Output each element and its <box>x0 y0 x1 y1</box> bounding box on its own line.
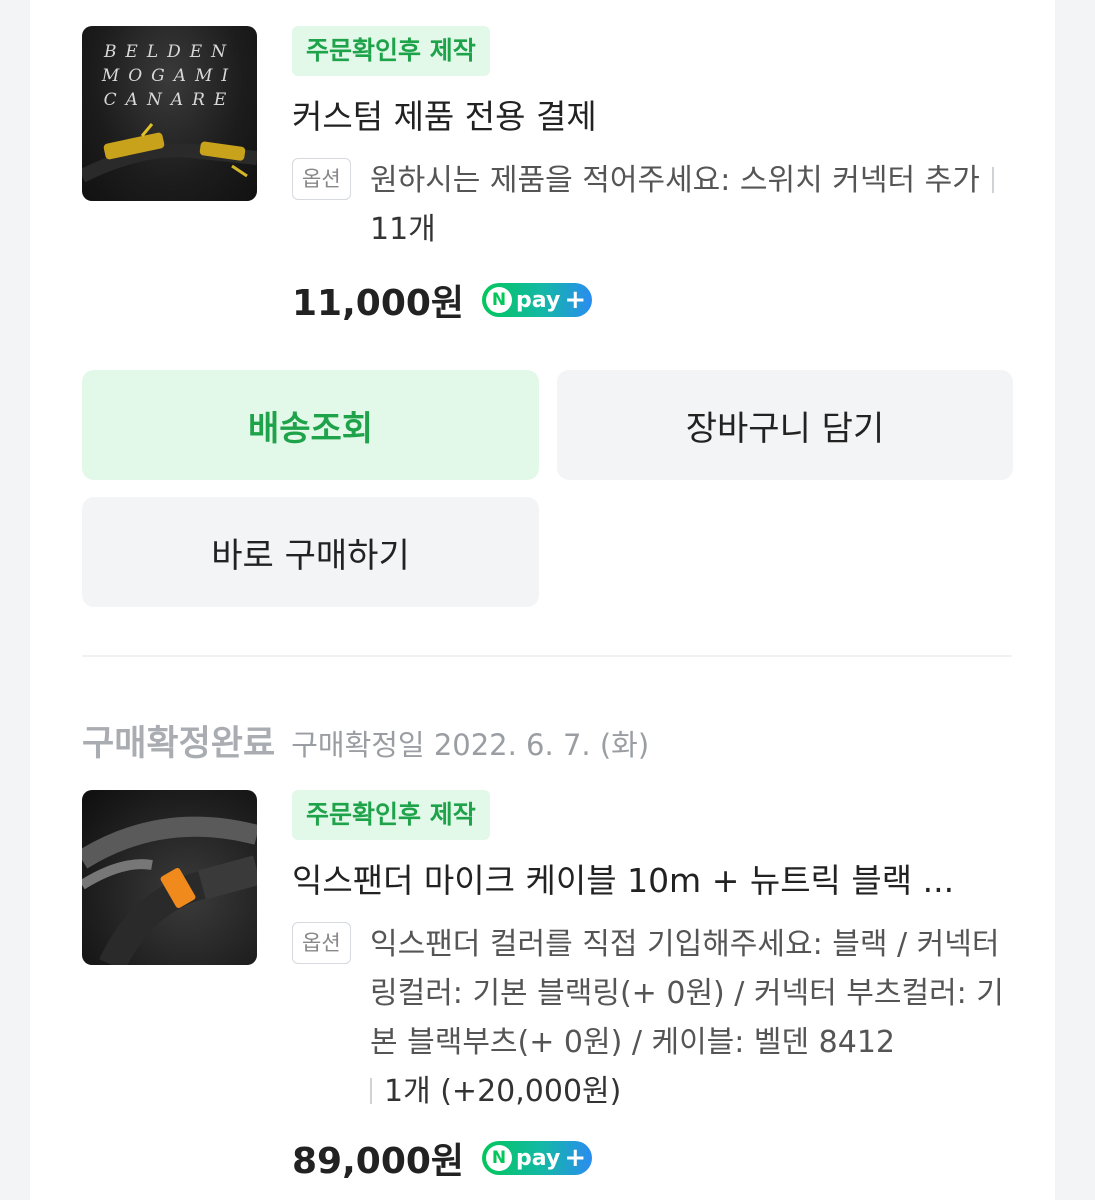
price: 89,000원 <box>292 1141 465 1182</box>
order-list-card: BELDEN MOGAMI CANARE 주문확인후 제작 커스텀 제품 전용 … <box>30 0 1055 1200</box>
product-title[interactable]: 커스텀 제품 전용 결제 <box>292 90 1012 138</box>
price: 11,000원 <box>292 283 465 324</box>
order-status-row: 구매확정완료 구매확정일 2022. 6. 7. (화) <box>82 715 649 766</box>
purchase-confirm-date: 구매확정일 2022. 6. 7. (화) <box>291 728 650 762</box>
option-badge: 옵션 <box>292 922 351 964</box>
cable-illustration <box>82 123 257 183</box>
option-description: 익스팬더 컬러를 직접 기입해주세요: 블랙 / 커넥터 링컬러: 기본 블랙링… <box>370 927 1004 1060</box>
product-title[interactable]: 익스팬더 마이크 케이블 10m + 뉴트릭 블랙 ... <box>292 854 1012 902</box>
npay-plus-badge: N pay + <box>482 283 593 317</box>
order-item-details: 주문확인후 제작 커스텀 제품 전용 결제 옵션 원하시는 제품을 적어주세요:… <box>292 26 1012 326</box>
option-description: 원하시는 제품을 적어주세요: 스위치 커넥터 추가 <box>370 163 980 198</box>
made-to-order-tag: 주문확인후 제작 <box>292 26 490 76</box>
quantity-separator <box>370 1078 372 1104</box>
naver-n-icon: N <box>486 287 513 313</box>
option-row: 옵션 원하시는 제품을 적어주세요: 스위치 커넥터 추가 11개 <box>292 156 1012 254</box>
track-delivery-button[interactable]: 배송조회 <box>82 370 539 480</box>
quantity-separator <box>991 167 994 193</box>
product-thumbnail[interactable]: BELDEN MOGAMI CANARE <box>82 26 257 201</box>
option-text: 익스팬더 컬러를 직접 기입해주세요: 블랙 / 커넥터 링컬러: 기본 블랙링… <box>370 920 1012 1116</box>
option-text: 원하시는 제품을 적어주세요: 스위치 커넥터 추가 11개 <box>370 156 1012 254</box>
order-item-details: 주문확인후 제작 익스팬더 마이크 케이블 10m + 뉴트릭 블랙 ... 옵… <box>292 790 1012 1184</box>
order-status: 구매확정완료 <box>82 724 276 764</box>
naver-n-icon: N <box>486 1145 513 1171</box>
plus-icon: + <box>564 1143 587 1173</box>
plus-icon: + <box>564 285 587 315</box>
price-row: 89,000원 N pay + <box>292 1132 1012 1184</box>
npay-label: pay <box>516 1145 561 1171</box>
section-divider <box>82 655 1012 657</box>
option-row: 옵션 익스팬더 컬러를 직접 기입해주세요: 블랙 / 커넥터 링컬러: 기본 … <box>292 920 1012 1116</box>
buy-now-button[interactable]: 바로 구매하기 <box>82 497 539 607</box>
npay-plus-badge: N pay + <box>482 1141 593 1175</box>
option-badge: 옵션 <box>292 158 351 200</box>
product-thumbnail[interactable] <box>82 790 257 965</box>
npay-label: pay <box>516 287 561 313</box>
made-to-order-tag: 주문확인후 제작 <box>292 790 490 840</box>
price-row: 11,000원 N pay + <box>292 274 1012 326</box>
quantity: 1개 (+20,000원) <box>384 1074 622 1109</box>
cable-illustration <box>82 816 257 965</box>
quantity: 11개 <box>370 212 436 247</box>
add-to-cart-button[interactable]: 장바구니 담기 <box>557 370 1013 480</box>
